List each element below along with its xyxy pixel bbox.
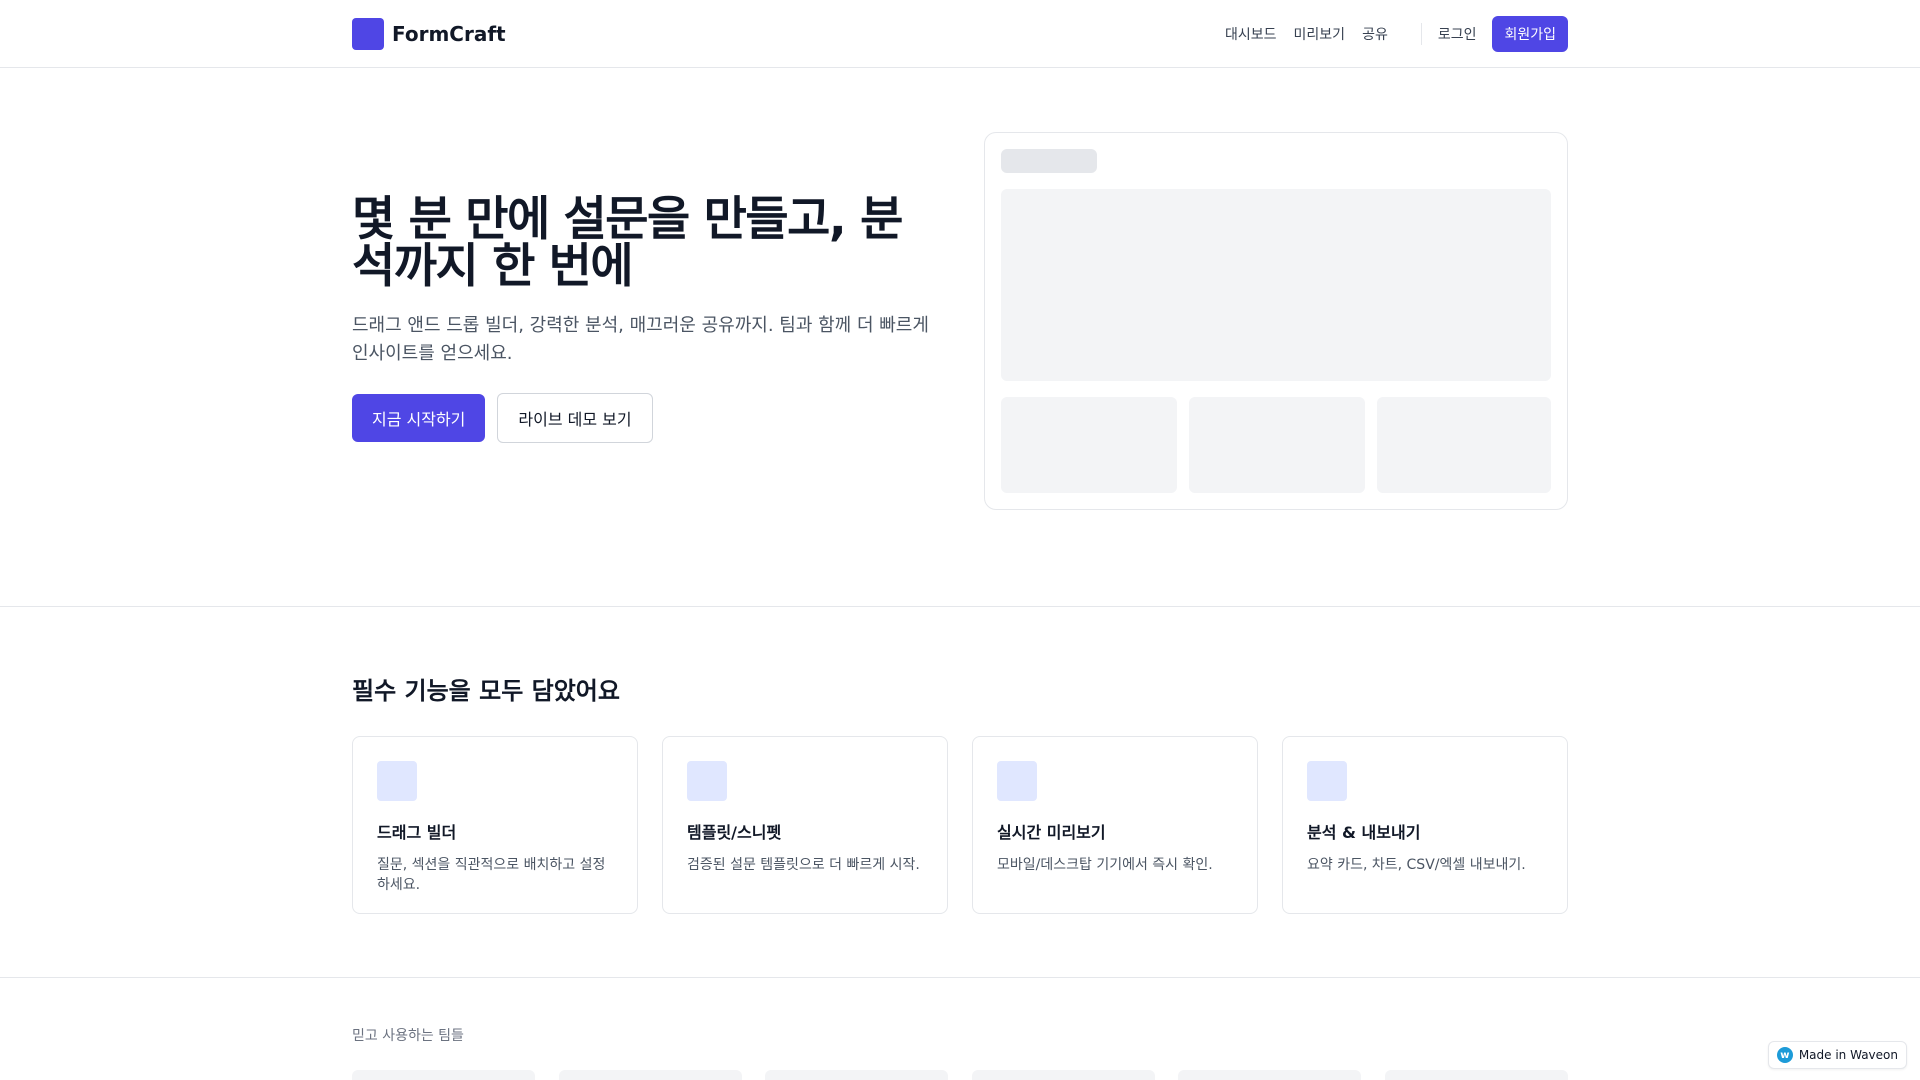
mockup-card-placeholder xyxy=(1377,397,1551,493)
feature-title: 템플릿/스니펫 xyxy=(687,823,782,842)
nav-divider xyxy=(1420,23,1422,45)
team-logo-placeholder xyxy=(352,1070,535,1080)
feature-card-templates: 템플릿/스니펫 검증된 설문 템플릿으로 더 빠르게 시작. xyxy=(662,736,948,914)
hero-preview-mockup xyxy=(984,132,1568,510)
feature-title: 분석 & 내보내기 xyxy=(1307,823,1421,842)
waveon-logo-icon: w xyxy=(1776,1047,1793,1063)
feature-icon xyxy=(377,761,417,801)
feature-cards: 드래그 빌더 질문, 섹션을 직관적으로 배치하고 설정하세요. 템플릿/스니펫… xyxy=(352,736,1568,914)
main-nav: 대시보드 미리보기 공유 로그인 회원가입 xyxy=(1225,16,1568,52)
team-logo-placeholder xyxy=(1384,1070,1568,1080)
team-logo-placeholder xyxy=(558,1070,742,1080)
hero-section: 몇 분 만에 설문을 만들고, 분석까지 한 번에 드래그 앤드 드롭 빌더, … xyxy=(0,68,1920,607)
brand[interactable]: FormCraft xyxy=(352,18,506,50)
team-logo-placeholder xyxy=(765,1070,949,1080)
hero-cta-group: 지금 시작하기 라이브 데모 보기 xyxy=(352,393,942,443)
feature-desc: 검증된 설문 템플릿으로 더 빠르게 시작. xyxy=(687,857,920,873)
brand-name: FormCraft xyxy=(392,22,506,46)
features-section: 필수 기능을 모두 담았어요 드래그 빌더 질문, 섹션을 직관적으로 배치하고… xyxy=(0,607,1920,978)
feature-card-drag-builder: 드래그 빌더 질문, 섹션을 직관적으로 배치하고 설정하세요. xyxy=(352,736,638,914)
team-logo-placeholder xyxy=(1178,1070,1362,1080)
feature-desc: 질문, 섹션을 직관적으로 배치하고 설정하세요. xyxy=(377,857,606,893)
get-started-button[interactable]: 지금 시작하기 xyxy=(352,394,486,442)
hero-subtitle: 드래그 앤드 드롭 빌더, 강력한 분석, 매끄러운 공유까지. 팀과 함께 더… xyxy=(352,315,929,364)
feature-desc: 모바일/데스크탑 기기에서 즉시 확인. xyxy=(997,857,1213,873)
nav-link-share[interactable]: 공유 xyxy=(1362,24,1388,44)
feature-card-analytics: 분석 & 내보내기 요약 카드, 차트, CSV/엑셀 내보내기. xyxy=(1282,736,1568,914)
made-in-waveon-badge[interactable]: w Made in Waveon xyxy=(1767,1041,1907,1069)
hero-title: 몇 분 만에 설문을 만들고, 분석까지 한 번에 xyxy=(352,192,903,294)
feature-title: 드래그 빌더 xyxy=(377,823,457,842)
nav-link-dashboard[interactable]: 대시보드 xyxy=(1225,24,1277,44)
brand-logo-icon xyxy=(352,18,384,50)
signup-button[interactable]: 회원가입 xyxy=(1492,16,1568,52)
feature-card-live-preview: 실시간 미리보기 모바일/데스크탑 기기에서 즉시 확인. xyxy=(972,736,1258,914)
hero-content: 몇 분 만에 설문을 만들고, 분석까지 한 번에 드래그 앤드 드롭 빌더, … xyxy=(352,196,942,443)
nav-link-preview[interactable]: 미리보기 xyxy=(1294,24,1346,44)
mockup-main-placeholder xyxy=(1001,189,1551,381)
trusted-section: 믿고 사용하는 팀들 xyxy=(0,978,1920,1080)
feature-icon xyxy=(997,761,1037,801)
features-title: 필수 기능을 모두 담았어요 xyxy=(352,677,620,705)
site-header: FormCraft 대시보드 미리보기 공유 로그인 회원가입 xyxy=(0,0,1920,68)
live-demo-button[interactable]: 라이브 데모 보기 xyxy=(497,393,653,443)
team-logos xyxy=(352,1070,1568,1080)
login-link[interactable]: 로그인 xyxy=(1438,24,1477,44)
mockup-card-placeholder xyxy=(1189,397,1365,493)
feature-title: 실시간 미리보기 xyxy=(997,823,1106,842)
feature-icon xyxy=(687,761,727,801)
badge-text: Made in Waveon xyxy=(1798,1048,1898,1062)
feature-desc: 요약 카드, 차트, CSV/엑셀 내보내기. xyxy=(1307,857,1526,873)
mockup-title-placeholder xyxy=(1001,149,1097,173)
trusted-label: 믿고 사용하는 팀들 xyxy=(352,1028,464,1044)
team-logo-placeholder xyxy=(971,1070,1155,1080)
mockup-card-placeholder xyxy=(1001,397,1177,493)
feature-icon xyxy=(1307,761,1347,801)
